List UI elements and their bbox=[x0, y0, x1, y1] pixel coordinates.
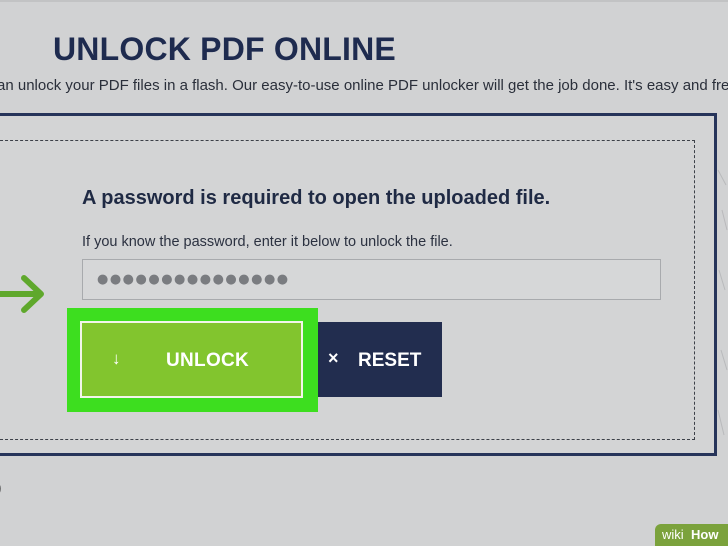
password-required-heading: A password is required to open the uploa… bbox=[82, 187, 551, 209]
password-help-text: If you know the password, enter it below… bbox=[82, 234, 453, 250]
unlock-button-label: UNLOCK bbox=[166, 350, 250, 371]
close-icon: × bbox=[328, 348, 339, 368]
unlock-button[interactable]: ↓ UNLOCK bbox=[80, 321, 303, 398]
screenshot-stage: UNLOCK PDF ONLINE an unlock your PDF fil… bbox=[0, 0, 728, 546]
watermark-wiki: wiki bbox=[662, 527, 684, 542]
watermark-how: How bbox=[691, 527, 719, 542]
page-title: UNLOCK PDF ONLINE bbox=[53, 31, 396, 67]
page-subtitle: an unlock your PDF files in a flash. Our… bbox=[0, 77, 728, 94]
reset-button-label: RESET bbox=[358, 350, 422, 371]
password-input[interactable] bbox=[82, 259, 661, 300]
bottom-text-fragment: ) bbox=[0, 478, 2, 498]
wikihow-watermark: wiki How bbox=[655, 524, 728, 546]
right-arrow-icon bbox=[0, 275, 44, 313]
background-decoration bbox=[717, 169, 728, 436]
reset-button[interactable]: × RESET bbox=[318, 322, 442, 397]
top-divider bbox=[0, 0, 728, 2]
down-arrow-icon: ↓ bbox=[112, 349, 121, 368]
